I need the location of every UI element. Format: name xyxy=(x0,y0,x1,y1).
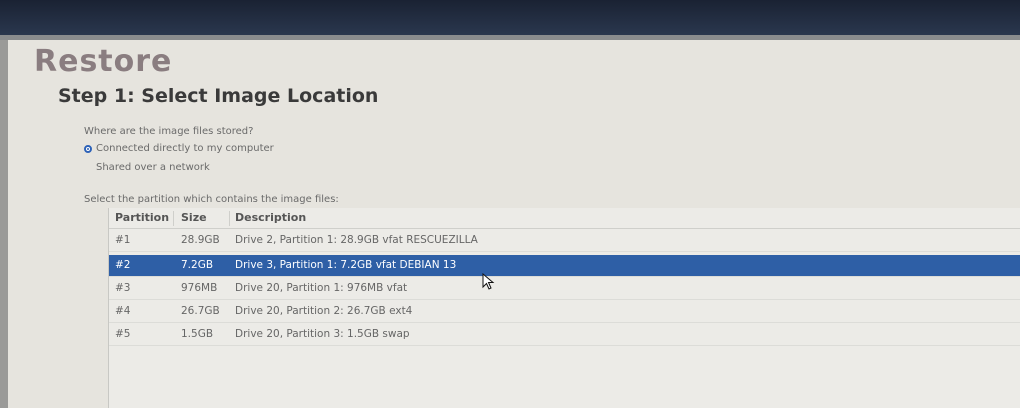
step-title: Step 1: Select Image Location xyxy=(58,85,379,107)
partition-cell: #3 xyxy=(115,282,131,294)
storage-question: Where are the image files stored? xyxy=(84,126,254,137)
radio-connected-directly[interactable]: Connected directly to my computer xyxy=(84,143,274,154)
size-cell: 976MB xyxy=(181,282,218,294)
description-cell: Drive 20, Partition 1: 976MB vfat xyxy=(235,282,408,294)
partition-cell: #2 xyxy=(115,259,131,271)
table-row-selected[interactable]: #2 7.2GB Drive 3, Partition 1: 7.2GB vfa… xyxy=(109,255,1020,277)
description-cell: Drive 20, Partition 2: 26.7GB ext4 xyxy=(235,305,413,317)
column-header-size[interactable]: Size xyxy=(181,208,207,228)
page-title: Restore xyxy=(34,44,173,79)
partition-cell: #5 xyxy=(115,328,131,340)
description-cell: Drive 3, Partition 1: 7.2GB vfat DEBIAN … xyxy=(235,259,457,271)
table-row[interactable]: #5 1.5GB Drive 20, Partition 3: 1.5GB sw… xyxy=(109,324,1020,346)
mouse-pointer-icon xyxy=(482,273,495,290)
column-separator xyxy=(173,211,174,226)
window-left-edge xyxy=(0,40,8,408)
description-cell: Drive 2, Partition 1: 28.9GB vfat RESCUE… xyxy=(235,234,478,246)
partition-table: Partition Size Description #1 28.9GB Dri… xyxy=(108,208,1020,408)
partition-prompt: Select the partition which contains the … xyxy=(84,194,339,205)
table-row[interactable]: #1 28.9GB Drive 2, Partition 1: 28.9GB v… xyxy=(109,230,1020,252)
radio-unchecked-icon[interactable] xyxy=(84,164,92,172)
table-header: Partition Size Description xyxy=(109,208,1020,229)
partition-cell: #1 xyxy=(115,234,131,246)
radio-checked-icon[interactable] xyxy=(84,144,92,153)
size-cell: 28.9GB xyxy=(181,234,220,246)
top-panel xyxy=(0,0,1020,40)
partition-cell: #4 xyxy=(115,305,131,317)
radio-shared-network[interactable]: Shared over a network xyxy=(84,162,210,173)
table-row[interactable]: #4 26.7GB Drive 20, Partition 2: 26.7GB … xyxy=(109,301,1020,323)
radio-label: Connected directly to my computer xyxy=(96,143,274,154)
column-header-partition[interactable]: Partition xyxy=(115,208,169,228)
table-row[interactable]: #3 976MB Drive 20, Partition 1: 976MB vf… xyxy=(109,278,1020,300)
column-separator xyxy=(229,211,230,226)
radio-label: Shared over a network xyxy=(96,162,210,173)
size-cell: 26.7GB xyxy=(181,305,220,317)
size-cell: 1.5GB xyxy=(181,328,214,340)
size-cell: 7.2GB xyxy=(181,259,214,271)
column-header-description[interactable]: Description xyxy=(235,208,306,228)
description-cell: Drive 20, Partition 3: 1.5GB swap xyxy=(235,328,410,340)
